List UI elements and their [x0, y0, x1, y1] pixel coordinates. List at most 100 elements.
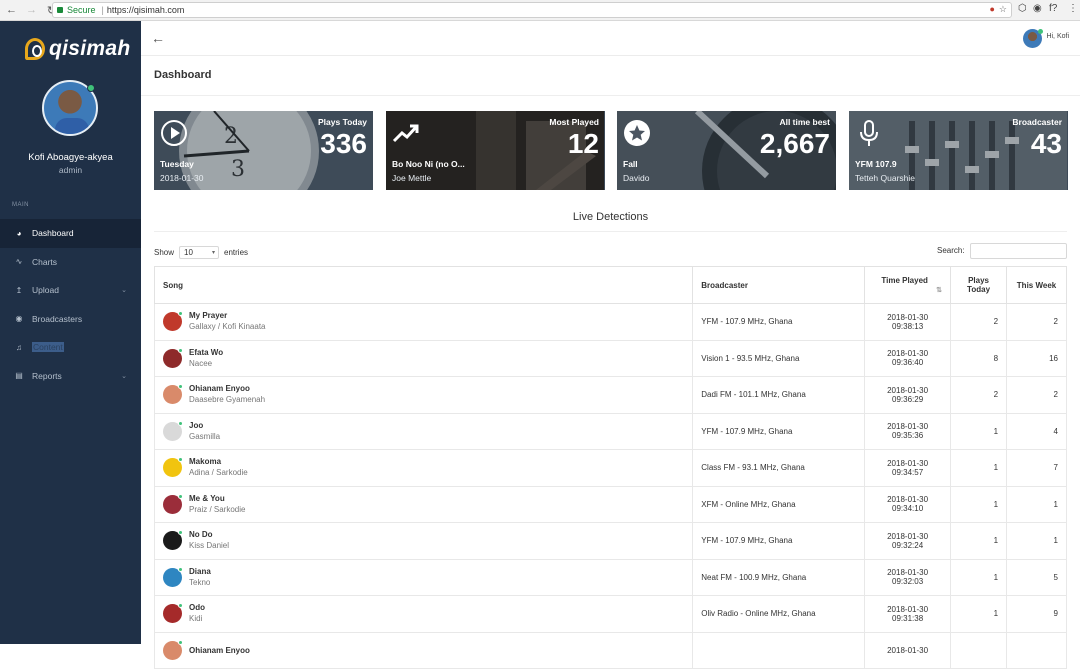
sidebar-item-dashboard[interactable]: ◕ Dashboard	[0, 219, 141, 248]
album-art-thumbnail[interactable]	[163, 493, 183, 514]
album-art-thumbnail[interactable]	[163, 347, 183, 368]
song-artist: Kiss Daniel	[189, 541, 230, 551]
extension-camera-icon[interactable]: ◉	[1033, 3, 1042, 14]
song-text: Efata Wo Nacee	[189, 347, 223, 370]
table-row[interactable]: Efata Wo Nacee Vision 1 - 93.5 MHz, Ghan…	[153, 339, 1067, 377]
card-detail: Tetteh Quarshie	[855, 173, 916, 183]
upload-icon: ↥	[15, 285, 23, 295]
song-title[interactable]: Me & You	[189, 493, 245, 504]
album-art-thumbnail[interactable]	[163, 420, 183, 441]
album-art-thumbnail[interactable]	[163, 566, 183, 587]
table-row[interactable]: No Do Kiss Daniel YFM - 107.9 MHz, Ghana…	[153, 522, 1067, 560]
album-art-thumbnail[interactable]	[163, 384, 183, 405]
online-status-icon	[1038, 29, 1043, 34]
album-art-thumbnail[interactable]	[163, 603, 183, 624]
song-info: Me & You Praiz / Sarkodie	[163, 493, 684, 516]
sidebar-item-upload[interactable]: ↥ Upload ⌄	[0, 276, 141, 305]
song-title[interactable]: Diana	[189, 566, 211, 577]
microphone-icon	[860, 120, 878, 146]
lock-icon	[57, 7, 63, 13]
song-info: Diana Tekno	[163, 566, 684, 589]
column-header-this-week[interactable]: This Week	[1006, 266, 1067, 304]
plays-today-cell: 1	[950, 595, 1008, 633]
trending-up-icon	[392, 124, 419, 143]
browser-menu-icon[interactable]: ⋮	[1068, 3, 1078, 14]
sidebar-item-charts[interactable]: ∿ Charts	[0, 248, 141, 277]
table-row[interactable]: My Prayer Gallaxy / Kofi Kinaata YFM - 1…	[153, 303, 1067, 341]
stat-card-most-played[interactable]: Most Played 12 Bo Noo Ni (no O... Joe Me…	[386, 111, 605, 190]
column-header-time-played[interactable]: Time Played ⇅	[864, 266, 952, 304]
played-date: 2018-01-30	[887, 385, 929, 395]
song-title[interactable]: Ohianam Enyoo	[189, 383, 265, 394]
table-row[interactable]: Ohianam Enyoo 2018-01-30	[153, 631, 1067, 669]
top-bar: ← Hi, Kofi	[141, 21, 1080, 56]
song-cell: Efata Wo Nacee	[153, 339, 694, 377]
this-week-cell	[1006, 631, 1067, 669]
time-played-cell: 2018-01-30 09:35:36	[864, 412, 952, 450]
song-artist: Praiz / Sarkodie	[189, 504, 246, 514]
blocked-popup-icon[interactable]: ●	[989, 4, 994, 15]
this-week-cell: 2	[1006, 303, 1067, 341]
song-title[interactable]: Ohianam Enyoo	[189, 645, 250, 656]
song-cell: Diana Tekno	[153, 558, 694, 596]
song-title[interactable]: Odo	[189, 602, 205, 613]
played-date: 2018-01-30	[887, 422, 929, 432]
sidebar-item-broadcasters[interactable]: ◉ Broadcasters	[0, 305, 141, 334]
sidebar-item-label: Dashboard	[32, 228, 74, 239]
song-title[interactable]: Joo	[189, 420, 220, 431]
time-played-cell: 2018-01-30 09:34:10	[864, 485, 952, 523]
song-title[interactable]: Efata Wo	[189, 347, 223, 358]
song-cell: Me & You Praiz / Sarkodie	[153, 485, 694, 523]
greeting-text[interactable]: Hi, Kofi	[1046, 33, 1069, 40]
song-title[interactable]: Makoma	[189, 456, 248, 467]
sidebar-menu: ◕ Dashboard ∿ Charts ↥ Upload ⌄ ◉ Broadc…	[0, 219, 141, 390]
played-time: 09:36:40	[892, 358, 924, 368]
table-row[interactable]: Joo Gasmilla YFM - 107.9 MHz, Ghana 2018…	[153, 412, 1067, 450]
album-art-thumbnail[interactable]	[163, 311, 183, 332]
song-info: Joo Gasmilla	[163, 420, 684, 443]
avatar-shirt	[55, 118, 89, 134]
forward-arrow-icon[interactable]: →	[23, 2, 40, 19]
album-art-thumbnail[interactable]	[163, 457, 183, 478]
card-label: All time best	[779, 117, 830, 127]
song-title[interactable]: No Do	[189, 529, 229, 540]
sort-desc-icon[interactable]: ⇅	[936, 286, 942, 294]
plays-today-cell: 1	[950, 412, 1008, 450]
bookmark-star-icon[interactable]: ☆	[999, 4, 1007, 15]
broadcaster-cell: Dadi FM - 101.1 MHz, Ghana	[692, 376, 866, 414]
brand-logo[interactable]: qisimah	[25, 37, 130, 61]
song-artist: Gallaxy / Kofi Kinaata	[189, 322, 266, 332]
sidebar-item-content[interactable]: ♫ Content	[0, 333, 141, 362]
user-name: Kofi Aboagye-akyea	[28, 152, 113, 163]
sidebar-item-reports[interactable]: ▤ Reports ⌄	[0, 362, 141, 391]
column-header-song[interactable]: Song	[153, 266, 694, 304]
entries-value: 10	[184, 248, 193, 257]
back-arrow-icon[interactable]: ←	[151, 30, 165, 46]
search-label: Search:	[937, 246, 965, 255]
table-row[interactable]: Diana Tekno Neat FM - 100.9 MHz, Ghana 2…	[153, 558, 1067, 596]
table-row[interactable]: Ohianam Enyoo Daasebre Gyamenah Dadi FM …	[153, 376, 1067, 414]
album-art-thumbnail[interactable]	[163, 530, 183, 551]
table-row[interactable]: Makoma Adina / Sarkodie Class FM - 93.1 …	[153, 449, 1067, 487]
address-bar[interactable]: Secure | https://qisimah.com ● ☆	[52, 2, 1012, 18]
played-time: 09:38:13	[892, 321, 924, 331]
online-status-icon	[178, 311, 183, 317]
user-role: admin	[58, 165, 83, 175]
stat-card-plays-today[interactable]: 2 3 Plays Today 336 Tuesday 2018-01-30	[154, 111, 373, 190]
column-header-broadcaster[interactable]: Broadcaster	[692, 266, 866, 304]
table-row[interactable]: Me & You Praiz / Sarkodie XFM - Online M…	[153, 485, 1067, 523]
extension-cube-icon[interactable]: ⬡	[1018, 3, 1027, 14]
stat-card-all-time-best[interactable]: All time best 2,667 Fall Davido	[617, 111, 836, 190]
column-header-plays-today[interactable]: Plays Today	[950, 266, 1008, 304]
this-week-cell: 2	[1006, 376, 1067, 414]
entries-select[interactable]: 10 ▾	[179, 246, 220, 259]
song-cell: Makoma Adina / Sarkodie	[153, 449, 694, 487]
stat-card-broadcaster[interactable]: Broadcaster 43 YFM 107.9 Tetteh Quarshie	[849, 111, 1068, 190]
song-title[interactable]: My Prayer	[189, 310, 265, 321]
extension-formula-icon[interactable]: f?	[1049, 3, 1057, 14]
back-arrow-icon[interactable]: ←	[3, 2, 20, 19]
dashboard-icon: ◕	[16, 228, 22, 238]
search-input[interactable]	[970, 243, 1067, 259]
table-row[interactable]: Odo Kidi Oliv Radio - Online MHz, Ghana …	[153, 595, 1067, 633]
table-body: My Prayer Gallaxy / Kofi Kinaata YFM - 1…	[153, 303, 1067, 669]
